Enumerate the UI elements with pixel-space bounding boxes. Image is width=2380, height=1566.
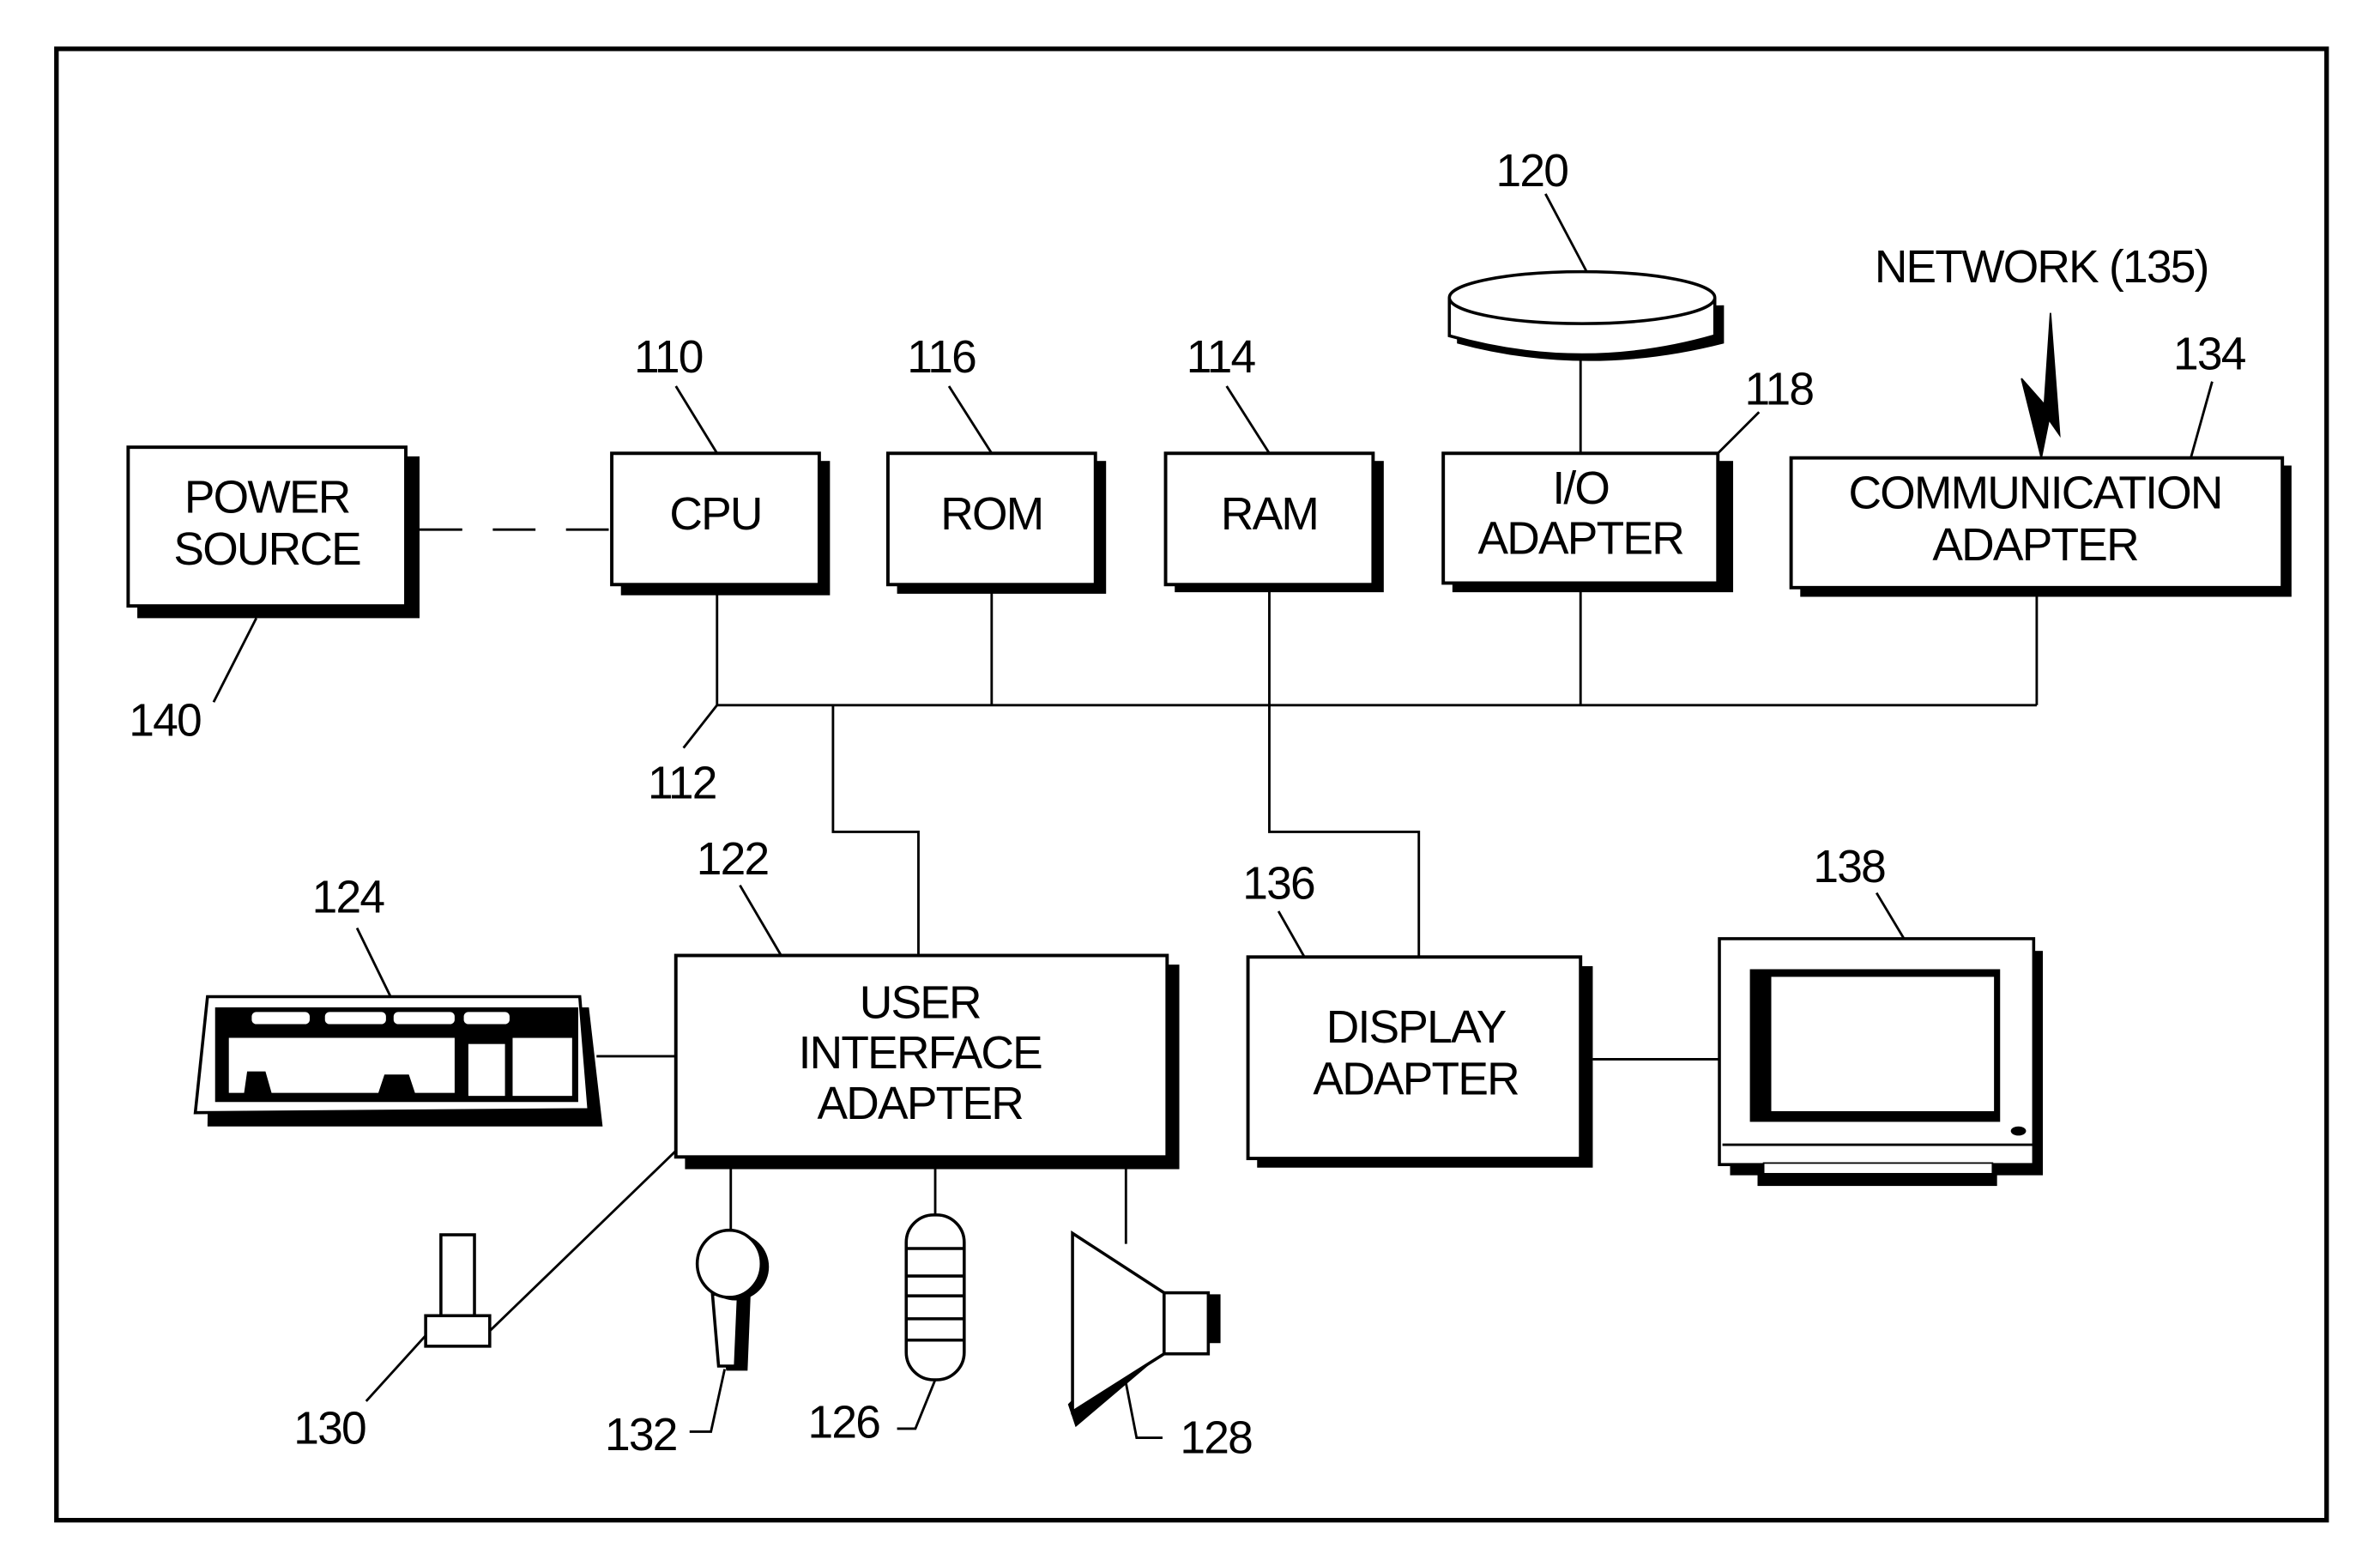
io-ref-lead (1717, 411, 1761, 455)
monitor-icon (1718, 937, 2044, 1187)
ui-adapter-ref: 122 (697, 834, 769, 885)
ram-ref: 114 (1187, 332, 1256, 383)
speaker-ref-lead (1124, 1382, 1163, 1440)
io-adapter-label-2: ADAPTER (1477, 514, 1683, 565)
ram-label: RAM (1221, 489, 1318, 540)
microphone-ref-lead (689, 1369, 727, 1433)
keyboard-ref-lead (355, 927, 392, 998)
mouse-ref-lead (365, 1334, 427, 1402)
bus-ref: 112 (648, 758, 716, 808)
speaker-icon (1067, 1169, 1221, 1428)
cpu-ref-lead (674, 385, 718, 455)
io-adapter-ref: 118 (1745, 364, 1814, 414)
disk-storage-icon (1447, 269, 1725, 361)
mouse-ref: 130 (293, 1404, 365, 1454)
display-adapter-label-1: DISPLAY (1326, 1002, 1507, 1053)
rom-ref: 116 (907, 332, 976, 383)
monitor-ref: 138 (1813, 842, 1885, 892)
display-adapter-label-2: ADAPTER (1313, 1054, 1519, 1104)
mouse-link (488, 1150, 677, 1333)
rom-label: ROM (940, 489, 1042, 540)
power-source-label-1: POWER (184, 473, 350, 523)
io-adapter-block: I/O ADAPTER (1441, 451, 1734, 593)
computer-system-block-diagram: 112 POWER SOURCE 140 CPU 110 ROM 116 RAM… (54, 46, 2329, 1523)
display-adapter-block: DISPLAY ADAPTER (1246, 955, 1593, 1168)
keyboard-ref: 124 (312, 873, 385, 923)
network-lightning-icon (2021, 312, 2061, 458)
ui-adapter-label-1: USER (860, 977, 981, 1028)
power-source-label-2: SOURCE (173, 524, 360, 575)
io-adapter-label-1: I/O (1552, 463, 1609, 514)
cpu-block: CPU (610, 451, 831, 596)
communication-adapter-block: COMMUNICATION ADAPTER (1789, 456, 2292, 597)
keyboard-icon (193, 995, 603, 1127)
rom-block: ROM (885, 451, 1107, 594)
comm-adapter-ref: 134 (2173, 329, 2246, 379)
microphone-ref: 132 (605, 1410, 677, 1460)
comm-adapter-label-2: ADAPTER (1932, 520, 2138, 571)
ui-ref-lead (739, 884, 782, 957)
monitor-ref-lead (1875, 892, 1906, 940)
power-source-block: POWER SOURCE (126, 445, 420, 619)
user-interface-adapter-block: USER INTERFACE ADAPTER (674, 953, 1180, 1170)
speaker-ref: 128 (1180, 1412, 1252, 1463)
touch-device-ref: 126 (808, 1398, 880, 1448)
bus-ref-lead (682, 704, 718, 749)
network-label: NETWORK (135) (1875, 242, 2208, 293)
ram-block: RAM (1163, 451, 1384, 593)
touch-input-device-icon (904, 1169, 966, 1382)
system-bus (716, 584, 2039, 958)
display-adapter-ref-lead (1277, 910, 1306, 958)
disk-ref-lead (1544, 193, 1588, 273)
cpu-ref: 110 (634, 332, 703, 383)
cpu-label: CPU (669, 489, 761, 540)
microphone-icon (695, 1169, 770, 1371)
ui-adapter-label-3: ADAPTER (818, 1079, 1024, 1129)
display-adapter-ref: 136 (1242, 859, 1314, 910)
power-ref-lead (212, 617, 258, 703)
comm-ref-lead (2190, 381, 2214, 459)
mouse-icon (424, 1233, 492, 1348)
comm-adapter-label-1: COMMUNICATION (1849, 468, 2222, 518)
rom-ref-lead (947, 385, 994, 455)
disk-ref: 120 (1495, 146, 1568, 197)
touch-device-ref-lead (897, 1379, 937, 1430)
ram-ref-lead (1225, 385, 1271, 455)
ui-adapter-label-2: INTERFACE (799, 1028, 1042, 1079)
power-source-ref: 140 (129, 695, 201, 746)
